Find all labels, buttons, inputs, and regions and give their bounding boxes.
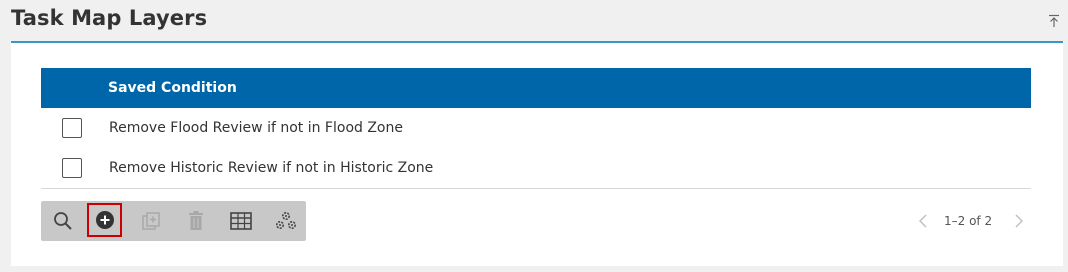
saved-condition-cell: Remove Historic Review if not in Histori… xyxy=(109,160,434,176)
pager: 1–2 of 2 xyxy=(916,201,1031,241)
add-circle-icon xyxy=(95,211,114,229)
copy-icon xyxy=(142,212,160,230)
chevron-right-icon[interactable] xyxy=(1012,213,1026,229)
add-button[interactable] xyxy=(87,203,122,237)
table-row[interactable]: Remove Historic Review if not in Histori… xyxy=(41,148,1031,189)
delete-button[interactable] xyxy=(178,201,214,241)
search-icon xyxy=(54,212,72,230)
column-header-saved-condition[interactable]: Saved Condition xyxy=(108,68,237,108)
search-button[interactable] xyxy=(45,201,81,241)
settings-button[interactable] xyxy=(268,201,304,241)
row-checkbox[interactable] xyxy=(62,118,82,138)
saved-condition-cell: Remove Flood Review if not in Flood Zone xyxy=(109,120,403,136)
panel-title: Task Map Layers xyxy=(11,6,208,30)
table-row[interactable]: Remove Flood Review if not in Flood Zone xyxy=(41,108,1031,149)
pager-status: 1–2 of 2 xyxy=(944,214,993,228)
panel-header: Task Map Layers xyxy=(0,0,1068,44)
grid-toolbar xyxy=(41,201,306,241)
row-checkbox[interactable] xyxy=(62,158,82,178)
delete-icon xyxy=(189,211,203,230)
copy-button[interactable] xyxy=(133,201,169,241)
table-button[interactable] xyxy=(223,201,259,241)
panel-content: Saved Condition Remove Flood Review if n… xyxy=(11,43,1063,266)
settings-icon xyxy=(275,211,297,230)
table-icon xyxy=(230,212,252,230)
collapse-up-icon[interactable] xyxy=(1046,13,1062,29)
grid-header: Saved Condition xyxy=(41,68,1031,108)
chevron-left-icon[interactable] xyxy=(916,213,930,229)
